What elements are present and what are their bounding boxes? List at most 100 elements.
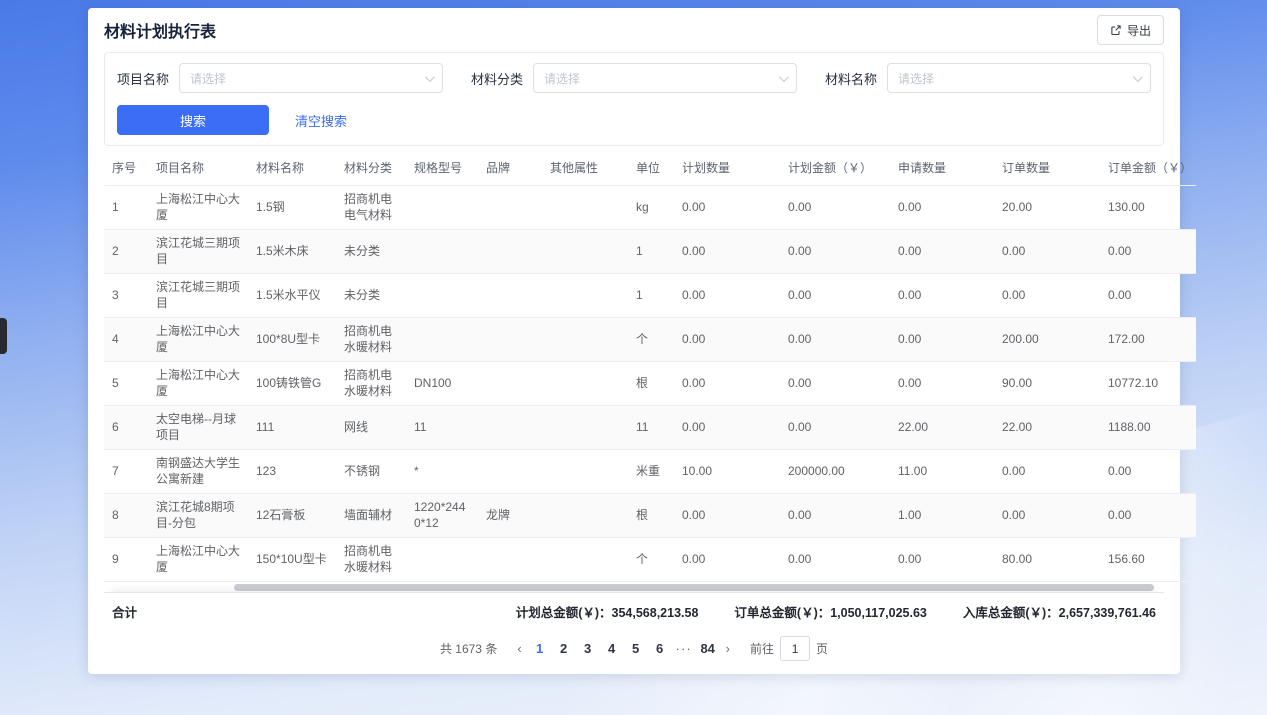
- table-cell: 未分类: [336, 273, 406, 317]
- table-cell: [406, 185, 478, 229]
- table-cell: 米重: [628, 449, 674, 493]
- material-name-select[interactable]: 请选择: [887, 63, 1151, 93]
- page-button[interactable]: 5: [624, 637, 648, 661]
- table-cell: 上海松江中心大厦: [148, 317, 248, 361]
- table-cell: [478, 229, 542, 273]
- column-header: 申请数量: [890, 152, 994, 185]
- table-cell: [478, 449, 542, 493]
- table-cell: [478, 361, 542, 405]
- table-cell: 6: [104, 405, 148, 449]
- page-button[interactable]: 6: [648, 637, 672, 661]
- table-cell: 0.00: [780, 537, 890, 581]
- material-category-select[interactable]: 请选择: [533, 63, 797, 93]
- project-name-select[interactable]: 请选择: [179, 63, 443, 93]
- table-cell: kg: [628, 185, 674, 229]
- table-cell: 200000.00: [780, 449, 890, 493]
- page-button[interactable]: 3: [576, 637, 600, 661]
- table-cell: 0.00: [890, 273, 994, 317]
- filter-group-material: 材料名称 请选择: [825, 63, 1151, 93]
- table-cell: 根: [628, 493, 674, 537]
- table-cell: 2: [104, 229, 148, 273]
- table-cell: 0.00: [674, 537, 780, 581]
- table-cell: [542, 361, 628, 405]
- search-button[interactable]: 搜索: [117, 105, 269, 135]
- table-cell: 墙面辅材: [336, 493, 406, 537]
- table-cell: [542, 317, 628, 361]
- filter-group-category: 材料分类 请选择: [471, 63, 797, 93]
- table-cell: 0.00: [994, 449, 1100, 493]
- table-cell: 0.00: [890, 537, 994, 581]
- table-cell: DN100: [406, 361, 478, 405]
- material-name-label: 材料名称: [825, 69, 877, 88]
- table-cell: 不锈钢: [336, 449, 406, 493]
- clear-search-button[interactable]: 清空搜索: [295, 111, 347, 130]
- goto-label: 前往: [750, 640, 774, 657]
- table-cell: 0.00: [674, 273, 780, 317]
- summary-item: 入库总金额(￥)：2,657,339,761.46: [963, 602, 1156, 621]
- column-header: 计划数量: [674, 152, 780, 185]
- chevron-left-icon[interactable]: ‹: [511, 641, 527, 656]
- table-cell: 0.00: [674, 185, 780, 229]
- page-button[interactable]: 4: [600, 637, 624, 661]
- goto-page-input[interactable]: [780, 636, 810, 661]
- table-cell: 0.00: [780, 405, 890, 449]
- table-row: 6太空电梯--月球项目111网线11110.000.0022.0022.0011…: [104, 405, 1196, 449]
- page-button[interactable]: 84: [696, 637, 720, 661]
- table-cell: 0.00: [890, 229, 994, 273]
- horizontal-scrollbar-track: [104, 584, 1164, 592]
- table-cell: 0.00: [994, 229, 1100, 273]
- table-cell: 0.00: [780, 273, 890, 317]
- column-header: 材料分类: [336, 152, 406, 185]
- table-cell: [478, 537, 542, 581]
- chevron-right-icon[interactable]: ›: [720, 641, 736, 656]
- column-header: 其他属性: [542, 152, 628, 185]
- table-cell: 156.60: [1100, 537, 1196, 581]
- table-row: 8滨江花城8期项目-分包12石膏板墙面辅材1220*2440*12龙牌根0.00…: [104, 493, 1196, 537]
- table-cell: 0.00: [890, 317, 994, 361]
- table-cell: 1: [104, 185, 148, 229]
- table-cell: [406, 317, 478, 361]
- table-cell: 滨江花城8期项目-分包: [148, 493, 248, 537]
- table-cell: 4: [104, 317, 148, 361]
- page-header: 材料计划执行表 导出: [104, 8, 1164, 52]
- table-cell: 招商机电电气材料: [336, 185, 406, 229]
- table-cell: 123: [248, 449, 336, 493]
- export-button[interactable]: 导出: [1097, 15, 1164, 45]
- table-cell: 个: [628, 537, 674, 581]
- chevron-down-icon: [1133, 72, 1143, 82]
- table-cell: 1.5钢: [248, 185, 336, 229]
- table-cell: 200.00: [994, 317, 1100, 361]
- table-cell: 12石膏板: [248, 493, 336, 537]
- table-cell: 0.00: [674, 361, 780, 405]
- page-button[interactable]: 2: [552, 637, 576, 661]
- column-header: 单位: [628, 152, 674, 185]
- table-cell: 0.00: [1100, 449, 1196, 493]
- table-cell: [478, 273, 542, 317]
- column-header: 材料名称: [248, 152, 336, 185]
- table-cell: 0.00: [674, 317, 780, 361]
- table-cell: 100*8U型卡: [248, 317, 336, 361]
- table-cell: 9: [104, 537, 148, 581]
- goto-page: 前往 页: [750, 636, 828, 661]
- chevron-down-icon: [425, 72, 435, 82]
- horizontal-scrollbar[interactable]: [234, 584, 1154, 591]
- page-title: 材料计划执行表: [104, 18, 216, 42]
- table-cell: 0.00: [674, 493, 780, 537]
- drawer-handle[interactable]: [0, 318, 7, 354]
- table-cell: 0.00: [674, 229, 780, 273]
- table-row: 5上海松江中心大厦100铸铁管G招商机电水暖材料DN100根0.000.000.…: [104, 361, 1196, 405]
- select-placeholder: 请选择: [898, 70, 934, 87]
- filter-group-project: 项目名称 请选择: [117, 63, 443, 93]
- table-cell: 太空电梯--月球项目: [148, 405, 248, 449]
- pagination: 共 1673 条 ‹ 123456···84 › 前往 页: [104, 630, 1164, 668]
- summary-item: 订单总金额(￥)：1,050,117,025.63: [734, 602, 926, 621]
- table-body: 1上海松江中心大厦1.5钢招商机电电气材料kg0.000.000.0020.00…: [104, 185, 1196, 581]
- column-header: 计划金额（￥）: [780, 152, 890, 185]
- page-button[interactable]: 1: [528, 637, 552, 661]
- page-ellipsis[interactable]: ···: [672, 637, 696, 661]
- table-cell: [542, 493, 628, 537]
- summary-total-label: 合计: [112, 602, 137, 621]
- table-cell: 0.00: [1100, 229, 1196, 273]
- export-icon: [1110, 24, 1122, 36]
- table-cell: 上海松江中心大厦: [148, 185, 248, 229]
